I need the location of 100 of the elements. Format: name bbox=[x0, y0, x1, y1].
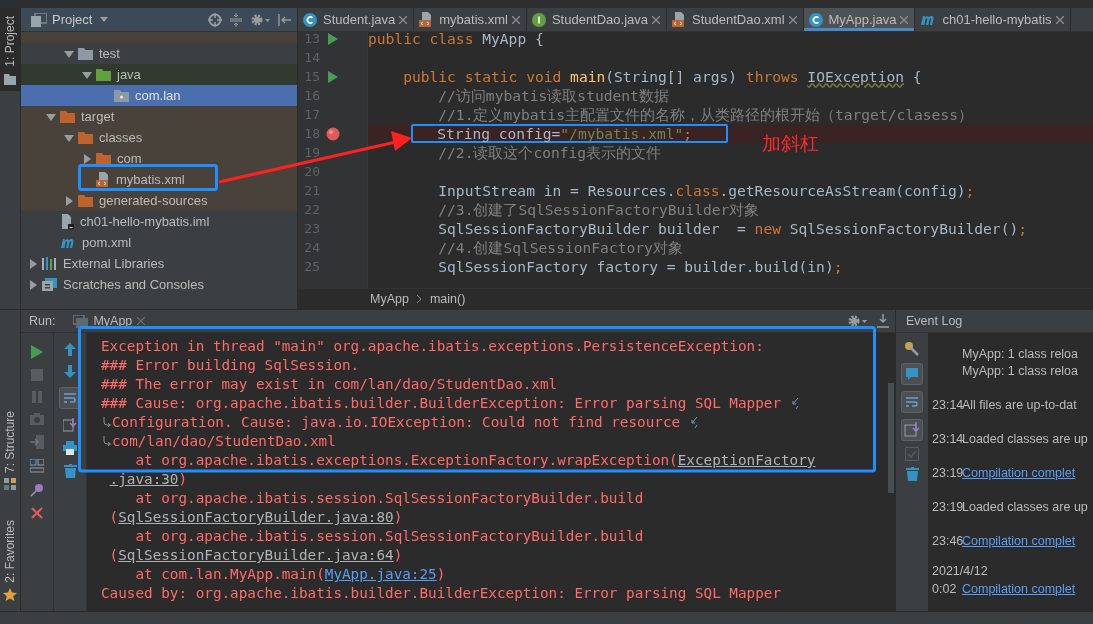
close-icon[interactable] bbox=[788, 15, 797, 24]
print-icon[interactable] bbox=[63, 441, 77, 455]
soft-wrap-icon[interactable] bbox=[59, 387, 81, 409]
run-icon[interactable] bbox=[328, 70, 338, 83]
log-time: 23:14 bbox=[931, 397, 962, 412]
arrow-down-icon[interactable] bbox=[64, 365, 76, 378]
tree-item[interactable]: generated-sources bbox=[21, 190, 297, 211]
caret-icon[interactable] bbox=[64, 195, 74, 206]
code-text: //4.创建SqlSessionFactory对象 bbox=[438, 240, 683, 255]
close-icon[interactable] bbox=[1055, 15, 1064, 24]
console-line: at org.apache.ibatis.session.SqlSessionFactoryBuilder.build bbox=[134, 489, 644, 508]
run-icon[interactable] bbox=[30, 345, 44, 359]
libraries-icon bbox=[42, 257, 57, 270]
structure-icon bbox=[4, 478, 16, 491]
panel-title[interactable]: Project bbox=[52, 12, 93, 27]
speech-bubble-icon[interactable] bbox=[901, 363, 923, 385]
collapse-icon[interactable] bbox=[230, 12, 242, 27]
breadcrumb[interactable]: main() bbox=[429, 292, 466, 306]
close-icon[interactable] bbox=[652, 15, 661, 24]
console-line: Caused by: org.apache.ibatis.builder.BuilderException: Error parsing SQL Mapper bbox=[101, 584, 781, 603]
project-view-icon bbox=[31, 12, 47, 27]
settings-icon[interactable] bbox=[250, 12, 270, 27]
project-tool-tab[interactable]: 1: Project bbox=[0, 8, 20, 91]
folder-icon bbox=[4, 72, 16, 85]
breadcrumb[interactable]: MyApp bbox=[370, 292, 409, 306]
soft-wrap-icon[interactable] bbox=[901, 391, 923, 413]
console-line: ### Error building SqlSession. bbox=[101, 356, 360, 375]
interface-i-icon bbox=[531, 12, 546, 27]
log-message: Loaded classes are up bbox=[962, 431, 1088, 446]
folder-icon bbox=[60, 110, 75, 123]
code-text: SqlSessionFactoryBuilder builder = new SqlSessionFactoryBuilder(); bbox=[438, 221, 1027, 236]
close-icon[interactable] bbox=[137, 317, 146, 325]
folder-icon bbox=[78, 131, 93, 144]
tree-item[interactable]: test bbox=[21, 43, 297, 64]
scroll-to-end-icon[interactable] bbox=[63, 418, 77, 432]
folder-icon bbox=[78, 47, 93, 60]
checkbox-icon[interactable] bbox=[905, 447, 919, 461]
close-icon[interactable] bbox=[399, 15, 408, 24]
hide-icon[interactable] bbox=[278, 13, 291, 26]
editor-tab[interactable]: MyApp.java bbox=[803, 8, 916, 31]
editor-tab[interactable]: StudentDao.xml bbox=[667, 8, 804, 31]
tree-item[interactable]: com.lan bbox=[21, 85, 297, 106]
log-time: 0:02 bbox=[931, 581, 958, 596]
minimize-icon[interactable] bbox=[877, 314, 889, 328]
class-c-icon bbox=[303, 12, 317, 27]
log-time: 23:19 bbox=[931, 499, 962, 514]
chevron-icon bbox=[416, 295, 422, 303]
settings-icon[interactable] bbox=[847, 314, 867, 328]
tree-item[interactable]: mybatis.xml bbox=[21, 169, 297, 190]
close-icon[interactable] bbox=[511, 15, 520, 24]
code-text: public static void main(String[] args) throws IOException { bbox=[403, 69, 922, 84]
log-link[interactable]: Compilation complet bbox=[962, 465, 1076, 480]
editor-tab[interactable]: ch01-hello-mybatis bbox=[915, 8, 1071, 31]
trash-icon[interactable] bbox=[905, 467, 919, 481]
exit-icon[interactable] bbox=[30, 435, 44, 449]
caret-icon[interactable] bbox=[28, 258, 38, 269]
tool-window-tab[interactable]: 2: Favorites bbox=[3, 520, 17, 602]
editor-tab[interactable]: Student.java bbox=[298, 8, 415, 31]
log-message: MyApp: 1 class reloa bbox=[962, 346, 1079, 361]
crosshair-icon[interactable] bbox=[208, 12, 222, 27]
tree-item[interactable]: pom.xml bbox=[21, 232, 297, 253]
trash-icon[interactable] bbox=[63, 464, 77, 478]
tree-item[interactable]: java bbox=[21, 64, 297, 85]
code-text: String config="/mybatis.xml"; bbox=[437, 126, 693, 141]
close-icon[interactable] bbox=[900, 15, 909, 24]
run-icon[interactable] bbox=[328, 32, 338, 45]
caret-icon[interactable] bbox=[82, 153, 92, 164]
tree-item[interactable]: ch01-hello-mybatis.iml bbox=[21, 211, 297, 232]
star-icon bbox=[3, 588, 17, 602]
xml-file-icon bbox=[96, 172, 110, 187]
tree-item[interactable]: target bbox=[21, 106, 297, 127]
code-text: //2.读取这个config表示的文件 bbox=[438, 145, 662, 160]
log-time: 23:46 bbox=[931, 533, 962, 548]
caret-icon[interactable] bbox=[28, 279, 38, 290]
caret-icon[interactable] bbox=[82, 69, 92, 80]
caret-icon[interactable] bbox=[46, 111, 56, 122]
console-line: .java:30) bbox=[108, 470, 188, 489]
editor-tab[interactable]: StudentDao.java bbox=[526, 8, 668, 31]
code-text: //3.创建了SqlSessionFactoryBuilder对象 bbox=[438, 202, 760, 217]
log-link[interactable]: Compilation complet bbox=[962, 581, 1076, 596]
caret-icon[interactable] bbox=[100, 17, 109, 22]
scroll-to-end-icon[interactable] bbox=[901, 419, 923, 441]
console-line: (SqlSessionFactoryBuilder.java:80) bbox=[108, 508, 403, 527]
code-text: //访问mybatis读取student数据 bbox=[438, 88, 669, 103]
tree-item[interactable]: classes bbox=[21, 127, 297, 148]
console-line: ### Cause: org.apache.ibatis.builder.BuilderException: Error parsing SQL Mapper bbox=[101, 394, 801, 413]
maven-m-icon bbox=[60, 236, 76, 249]
log-link[interactable]: Compilation complet bbox=[962, 533, 1076, 548]
layout-icon[interactable] bbox=[30, 459, 44, 473]
xml-file-icon bbox=[672, 12, 687, 27]
caret-icon[interactable] bbox=[64, 48, 74, 59]
arrow-up-icon[interactable] bbox=[64, 343, 76, 356]
tree-item[interactable]: Scratches and Consoles bbox=[21, 274, 297, 295]
tool-window-tab[interactable]: 7: Structure bbox=[3, 411, 17, 491]
caret-icon[interactable] bbox=[64, 132, 74, 143]
editor-tab[interactable]: mybatis.xml bbox=[414, 8, 527, 31]
breakpoint-icon[interactable] bbox=[326, 126, 340, 141]
log-date: 2021/4/12 bbox=[931, 563, 989, 580]
close-icon[interactable] bbox=[31, 507, 43, 519]
tree-item[interactable]: External Libraries bbox=[21, 253, 297, 274]
